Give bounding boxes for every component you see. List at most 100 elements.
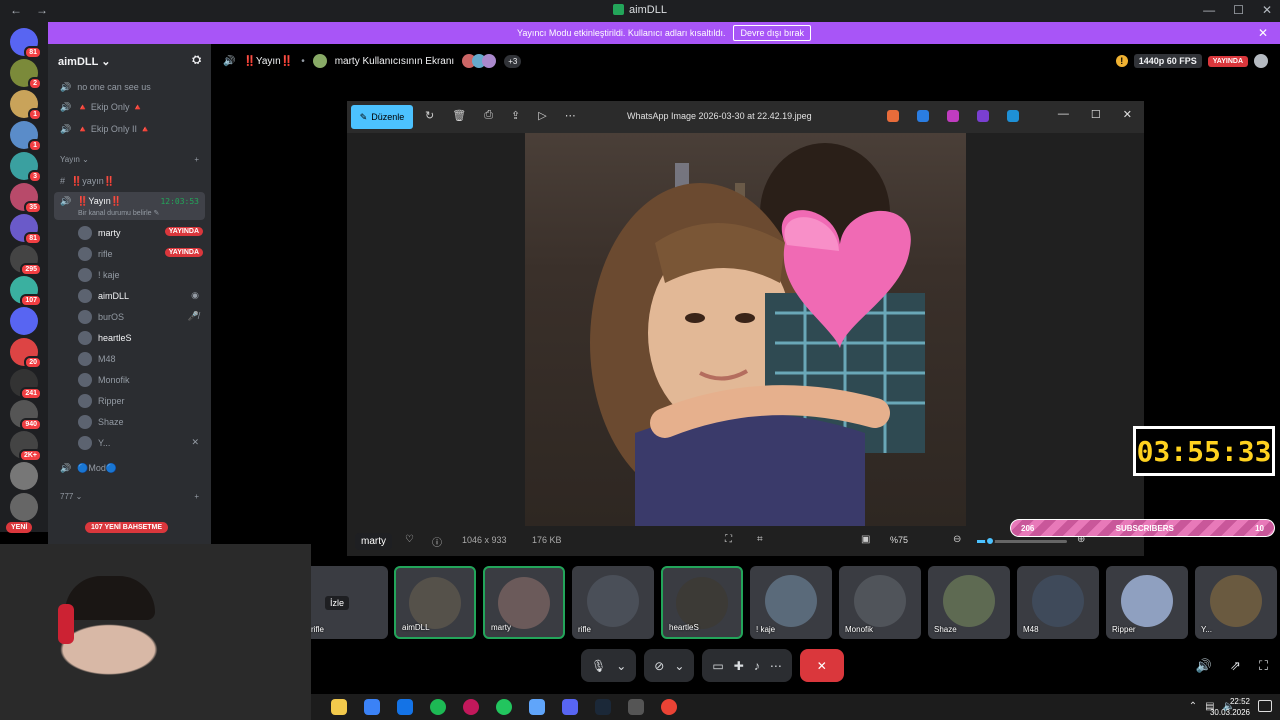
- file-explorer-icon[interactable]: [331, 699, 347, 715]
- close-window-button[interactable]: ✕: [1262, 3, 1272, 17]
- viewer-maximize-button[interactable]: ☐: [1091, 108, 1101, 121]
- scan-icon[interactable]: ⌗: [757, 534, 763, 545]
- server-icon[interactable]: 2K+: [10, 431, 42, 462]
- slideshow-icon[interactable]: ▷: [538, 109, 546, 122]
- voice-user[interactable]: Y... ✕: [48, 432, 211, 453]
- participant-tile[interactable]: marty: [483, 566, 565, 639]
- share-icon[interactable]: ⇪: [511, 109, 520, 122]
- print-icon[interactable]: ⎙: [484, 109, 493, 122]
- popout-icon[interactable]: ⇗: [1230, 658, 1241, 674]
- disconnect-button[interactable]: ✕: [799, 649, 844, 682]
- onedrive-icon[interactable]: [1007, 110, 1019, 122]
- server-icon[interactable]: 295: [10, 245, 42, 276]
- app-icon[interactable]: [496, 699, 512, 715]
- voice-user[interactable]: Shaze: [48, 411, 211, 432]
- voice-user[interactable]: heartleS: [48, 327, 211, 348]
- watch-button[interactable]: İzle: [325, 596, 350, 610]
- crop-icon[interactable]: ⛶: [725, 534, 732, 545]
- server-icon[interactable]: 107: [10, 276, 42, 307]
- server-icon[interactable]: 35: [10, 183, 42, 214]
- invite-people-icon[interactable]: ⛭: [192, 54, 201, 67]
- rotate-icon[interactable]: ↻: [425, 109, 434, 122]
- participant-tile[interactable]: M48: [1017, 566, 1099, 639]
- participant-tile[interactable]: Y...: [1195, 566, 1277, 639]
- participant-tile[interactable]: rifle: [572, 566, 654, 639]
- server-icon[interactable]: [10, 493, 38, 521]
- spotify-icon[interactable]: [430, 699, 446, 715]
- server-icon[interactable]: [10, 462, 38, 490]
- server-icon[interactable]: 1: [10, 121, 42, 152]
- voice-user[interactable]: marty YAYINDA: [48, 222, 211, 243]
- minimize-button[interactable]: —: [1203, 3, 1215, 17]
- info-icon[interactable]: ⓘ: [432, 534, 442, 549]
- app-icon[interactable]: [463, 699, 479, 715]
- zoom-slider-knob[interactable]: [985, 536, 995, 546]
- text-channel-row[interactable]: # ‼️yayın‼️: [48, 170, 211, 192]
- participant-tile[interactable]: heartleS: [661, 566, 743, 639]
- edit-button[interactable]: ✎ Düzenle: [351, 105, 413, 129]
- participant-tile[interactable]: Shaze: [928, 566, 1010, 639]
- copilot-icon[interactable]: [887, 110, 899, 122]
- viewer-close-button[interactable]: ✕: [1123, 108, 1132, 121]
- server-icon[interactable]: 81: [10, 28, 42, 59]
- warning-icon[interactable]: !: [1115, 55, 1128, 67]
- more-options-icon[interactable]: ⋯: [770, 659, 782, 673]
- designer-icon[interactable]: [917, 110, 929, 122]
- category-header[interactable]: 777 ⌄ +: [48, 485, 211, 507]
- steam-icon[interactable]: [595, 699, 611, 715]
- voice-channel-row[interactable]: 🔊 no one can see us: [48, 78, 211, 96]
- mentions-pill[interactable]: 107 YENİ BAHSETME: [85, 522, 169, 533]
- heart-icon[interactable]: ♡: [405, 534, 414, 545]
- zoom-slider[interactable]: [977, 536, 1067, 546]
- zoom-level[interactable]: %75: [890, 535, 908, 545]
- participant-tile[interactable]: Ripper: [1106, 566, 1188, 639]
- add-channel-icon[interactable]: +: [194, 492, 199, 501]
- server-icon[interactable]: 940: [10, 400, 42, 431]
- activities-icon[interactable]: ✚: [734, 659, 744, 673]
- soundboard-icon[interactable]: ♪: [754, 659, 760, 673]
- clipchamp-icon[interactable]: [947, 110, 959, 122]
- zoom-out-icon[interactable]: ⊖: [953, 534, 961, 545]
- voice-channel-row[interactable]: 🔊 🔵Mod🔵: [48, 457, 211, 479]
- participant-tile[interactable]: İzle rifle: [305, 566, 388, 639]
- tray-expand-icon[interactable]: ⌃: [1189, 701, 1197, 712]
- volume-icon[interactable]: 🔊: [1196, 658, 1212, 674]
- camera-button[interactable]: ⊘ ⌄: [644, 649, 695, 682]
- server-icon[interactable]: 241: [10, 369, 42, 400]
- voice-user[interactable]: rifle YAYINDA: [48, 243, 211, 264]
- new-pill[interactable]: YENİ: [6, 522, 33, 533]
- voice-user[interactable]: ! kaje: [48, 264, 211, 285]
- voice-user[interactable]: Monofik: [48, 369, 211, 390]
- category-header[interactable]: Yayın ⌄ +: [48, 148, 211, 170]
- app-icon[interactable]: [977, 110, 989, 122]
- chevron-down-icon[interactable]: ⌄: [616, 659, 626, 673]
- discord-icon[interactable]: [562, 699, 578, 715]
- server-icon[interactable]: 1: [10, 90, 42, 121]
- channel-status[interactable]: Bir kanal durumu belirle ✎: [78, 209, 159, 217]
- voice-user[interactable]: Ripper: [48, 390, 211, 411]
- maximize-button[interactable]: ☐: [1233, 3, 1244, 17]
- participant-tile[interactable]: Monofik: [839, 566, 921, 639]
- notification-icon[interactable]: [1258, 700, 1272, 712]
- disable-streamer-mode-button[interactable]: Devre dışı bırak: [733, 25, 811, 41]
- server-icon[interactable]: 81: [10, 214, 42, 245]
- server-header[interactable]: aimDLL ⌄ ⛭: [48, 44, 211, 78]
- participant-tile[interactable]: ! kaje: [750, 566, 832, 639]
- voice-user[interactable]: M48: [48, 348, 211, 369]
- chevron-down-icon[interactable]: ⌄: [674, 659, 684, 673]
- server-icon[interactable]: [10, 307, 38, 335]
- delete-icon[interactable]: 🗑: [452, 109, 466, 122]
- add-channel-icon[interactable]: +: [194, 155, 199, 164]
- voice-user[interactable]: burOS 🎤̸: [48, 306, 211, 327]
- voice-channel-row[interactable]: 🔊 🔺 Ekip Only II 🔺: [48, 118, 211, 140]
- more-viewers-badge[interactable]: +3: [504, 54, 522, 68]
- active-voice-channel[interactable]: 🔊 ‼️Yayın‼️ 12:03:53 Bir kanal durumu bel…: [54, 192, 205, 220]
- screen-share-icon[interactable]: ▭: [712, 659, 723, 673]
- server-icon[interactable]: 3: [10, 152, 42, 183]
- microphone-button[interactable]: 🎙 ⌄: [581, 649, 637, 682]
- voice-channel-row[interactable]: 🔊 🔺 Ekip Only 🔺: [48, 96, 211, 118]
- voice-user[interactable]: aimDLL ◉: [48, 285, 211, 306]
- taskbar-clock[interactable]: 22:52 30.03.2026: [1210, 696, 1250, 718]
- app-icon[interactable]: [529, 699, 545, 715]
- outlook-icon[interactable]: [397, 699, 413, 715]
